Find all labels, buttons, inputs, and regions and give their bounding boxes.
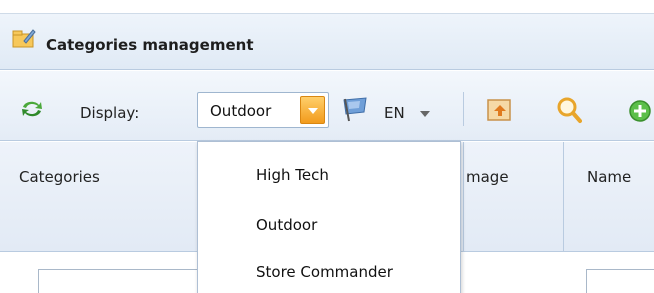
folder-edit-icon [12, 29, 36, 48]
window-top-strip [0, 0, 654, 14]
dropdown-option-high-tech[interactable]: High Tech [256, 166, 329, 184]
add-icon[interactable] [628, 99, 654, 123]
export-icon[interactable] [486, 97, 514, 123]
panel-title: Categories management [46, 36, 254, 54]
name-filter-input[interactable] [586, 269, 654, 293]
column-header-name[interactable]: Name [587, 168, 631, 186]
column-separator [463, 142, 464, 252]
display-select[interactable]: Outdoor [197, 92, 329, 128]
flag-icon[interactable] [340, 96, 372, 122]
refresh-icon[interactable] [20, 99, 44, 119]
dropdown-option-outdoor[interactable]: Outdoor [256, 216, 317, 234]
display-select-value: Outdoor [210, 102, 272, 120]
display-dropdown-menu: High Tech Outdoor Store Commander [197, 141, 461, 293]
search-icon[interactable] [556, 96, 582, 124]
display-label: Display: [80, 104, 140, 122]
column-header-categories[interactable]: Categories [19, 168, 100, 186]
column-separator [563, 142, 564, 252]
language-label[interactable]: EN [384, 104, 405, 122]
chevron-down-icon[interactable] [300, 96, 325, 124]
categories-filter-input[interactable] [38, 269, 208, 293]
chevron-down-icon[interactable] [420, 111, 430, 117]
column-header-image[interactable]: mage [466, 168, 509, 186]
toolbar-divider [463, 92, 464, 126]
dropdown-option-store-commander[interactable]: Store Commander [256, 263, 393, 281]
